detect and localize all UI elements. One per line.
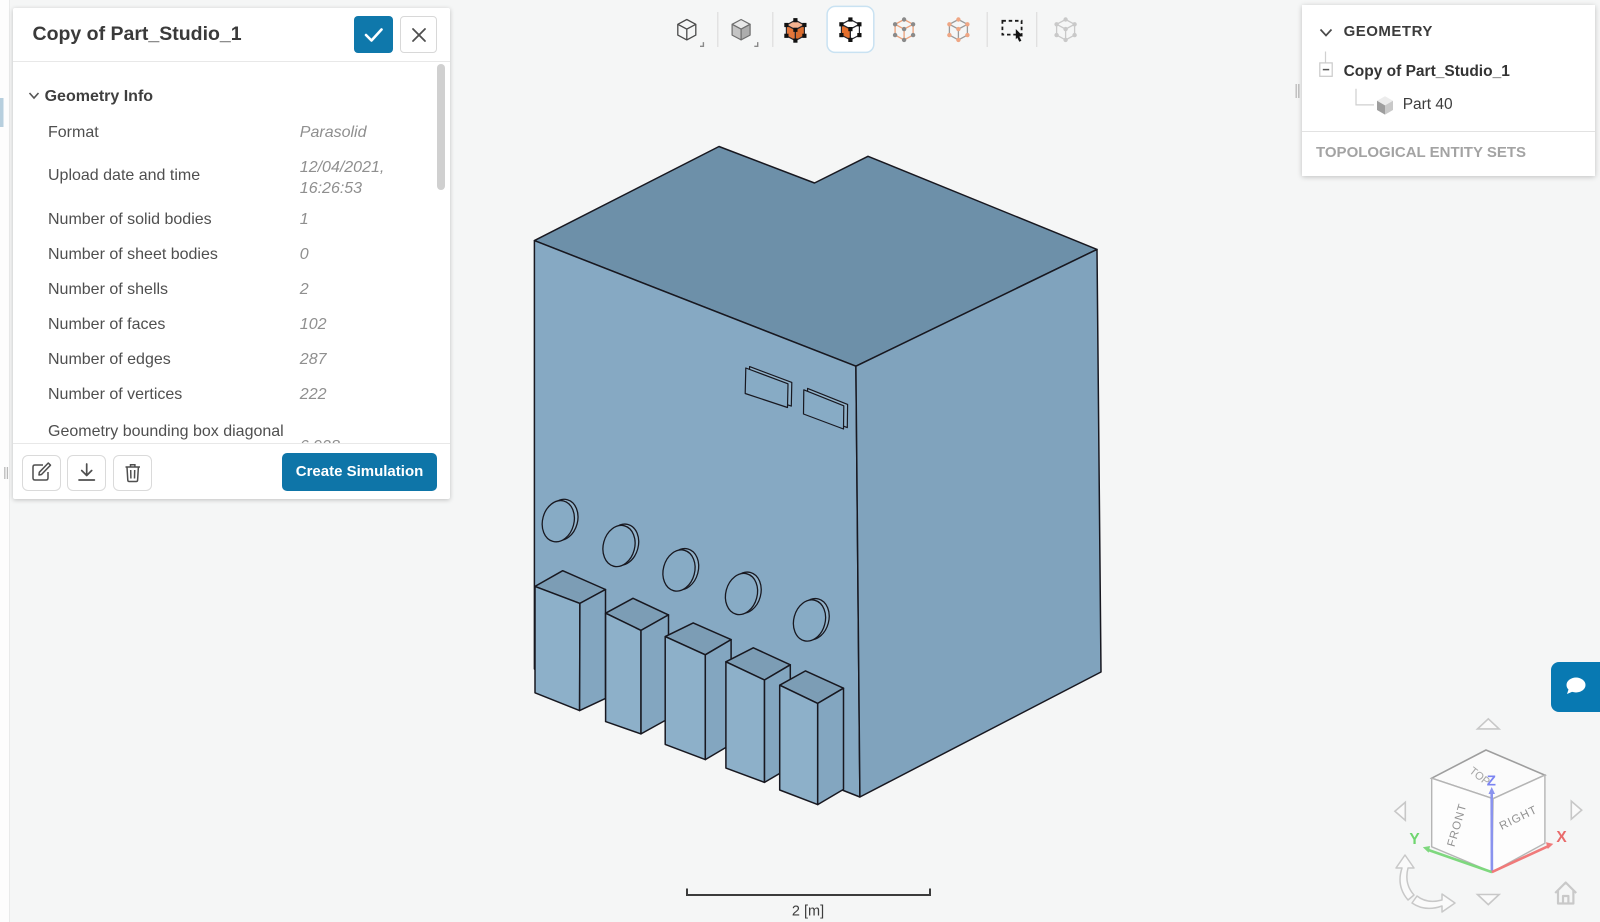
svg-text:X: X	[1556, 829, 1567, 846]
svg-text:Y: Y	[1409, 831, 1420, 848]
svg-text:Z: Z	[1487, 773, 1496, 790]
svg-text:2 [m]: 2 [m]	[792, 904, 824, 920]
